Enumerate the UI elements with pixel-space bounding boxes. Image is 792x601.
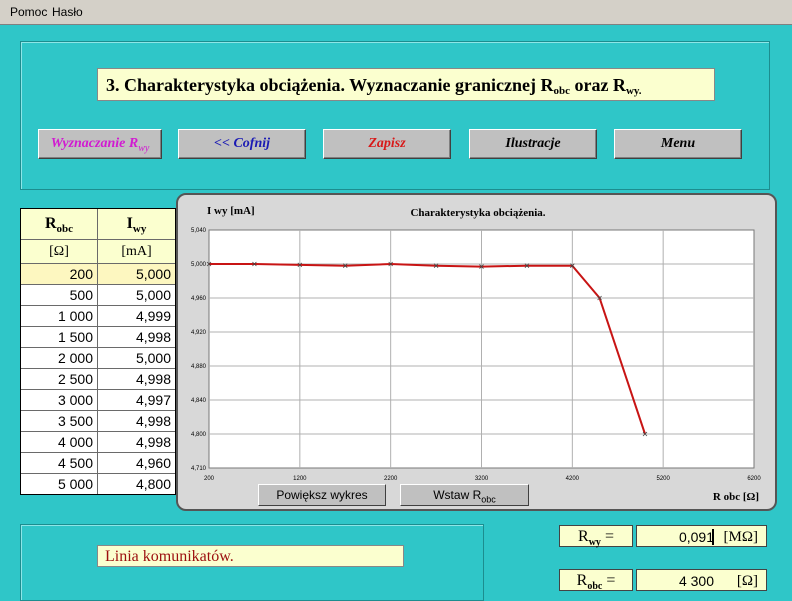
header-panel — [20, 41, 770, 190]
unit-i: [mA] — [98, 240, 175, 263]
table-row: 1 000 4,999 — [21, 306, 175, 327]
title-sub-wy: wy. — [625, 85, 642, 97]
powieksz-wykres-button[interactable]: Powiększ wykres — [258, 484, 386, 506]
data-table: Robc Iwy [Ω] [mA] 200 5,000 500 5,000 1 000 4… — [20, 208, 176, 495]
table-row: 4 500 4,960 — [21, 453, 175, 474]
cell-i-wy[interactable]: 4,998 — [98, 411, 175, 431]
table-row: 200 5,000 — [21, 264, 175, 285]
page-title: 3. Charakterystyka obciążenia. Wyznaczan… — [97, 68, 715, 101]
robc-value-field[interactable]: 4 300 [Ω] — [636, 569, 767, 591]
table-row: 4 000 4,998 — [21, 432, 175, 453]
load-characteristic-chart: 200 1200 2200 3200 4200 5200 6200 5,040 5,000 4,9… — [191, 205, 761, 503]
wyznaczanie-button[interactable]: Wyznaczanie Rwy — [38, 129, 162, 159]
y-axis-label: I wy [mA] — [207, 205, 255, 217]
cell-r-obc[interactable]: 500 — [21, 285, 98, 305]
cell-r-obc[interactable]: 3 000 — [21, 390, 98, 410]
rwy-value: 0,091 — [678, 529, 714, 545]
cell-i-wy[interactable]: 4,998 — [98, 432, 175, 452]
zapisz-button[interactable]: Zapisz — [323, 129, 451, 159]
y-tick-label: 4,710 — [191, 466, 207, 472]
table-unit-row: [Ω] [mA] — [21, 240, 175, 264]
table-row: 3 000 4,997 — [21, 390, 175, 411]
menu-bar: Pomoc Hasło — [0, 0, 792, 25]
cell-i-wy[interactable]: 4,997 — [98, 390, 175, 410]
y-tick-label: 4,880 — [191, 364, 207, 370]
cell-r-obc[interactable]: 4 500 — [21, 453, 98, 473]
text-cursor — [712, 529, 714, 545]
x-tick-label: 1200 — [293, 476, 307, 482]
cell-r-obc[interactable]: 4 000 — [21, 432, 98, 452]
table-row: 1 500 4,998 — [21, 327, 175, 348]
robc-label: Robc = — [559, 569, 633, 592]
title-mid: oraz R — [569, 75, 626, 95]
robc-unit: [Ω] — [736, 573, 758, 589]
menu-pomoc[interactable]: Pomoc — [10, 5, 47, 19]
rwy-unit: [MΩ] — [723, 529, 758, 545]
header-i-wy: Iwy — [98, 209, 175, 239]
cell-i-wy[interactable]: 4,800 — [98, 474, 175, 494]
y-tick-label: 4,840 — [191, 398, 207, 404]
x-axis-label: R obc [Ω] — [713, 491, 759, 503]
table-row: 2 500 4,998 — [21, 369, 175, 390]
header-r-obc: Robc — [21, 209, 98, 239]
cell-r-obc[interactable]: 3 500 — [21, 411, 98, 431]
cell-r-obc[interactable]: 5 000 — [21, 474, 98, 494]
y-tick-label: 4,920 — [191, 330, 207, 336]
wyznaczanie-label: Wyznaczanie R — [50, 136, 139, 151]
cell-i-wy[interactable]: 4,998 — [98, 327, 175, 347]
cofnij-button[interactable]: << Cofnij — [178, 129, 306, 159]
cell-r-obc[interactable]: 1 000 — [21, 306, 98, 326]
table-header-row: Robc Iwy — [21, 209, 175, 240]
y-tick-label: 5,000 — [191, 262, 207, 268]
x-tick-label: 2200 — [384, 476, 398, 482]
y-tick-label: 5,040 — [191, 228, 207, 234]
x-tick-label: 4200 — [566, 476, 580, 482]
unit-r: [Ω] — [21, 240, 98, 263]
title-text: 3. Charakterystyka obciążenia. Wyznaczan… — [106, 75, 554, 95]
cell-i-wy[interactable]: 5,000 — [98, 264, 175, 284]
table-row: 5 000 4,800 — [21, 474, 175, 494]
menu-button[interactable]: Menu — [614, 129, 742, 159]
table-row: 3 500 4,998 — [21, 411, 175, 432]
cell-i-wy[interactable]: 4,960 — [98, 453, 175, 473]
table-row: 500 5,000 — [21, 285, 175, 306]
cell-r-obc[interactable]: 200 — [21, 264, 98, 284]
chart-panel: 200 1200 2200 3200 4200 5200 6200 5,040 5,000 4,9… — [176, 193, 777, 511]
table-row: 2 000 5,000 — [21, 348, 175, 369]
cell-i-wy[interactable]: 4,998 — [98, 369, 175, 389]
x-tick-label: 5200 — [656, 476, 670, 482]
y-tick-label: 4,800 — [191, 432, 207, 438]
cell-i-wy[interactable]: 5,000 — [98, 348, 175, 368]
x-tick-label: 3200 — [475, 476, 489, 482]
rwy-value-field[interactable]: 0,091 [MΩ] — [636, 525, 767, 547]
chart-title: Charakterystyka obciążenia. — [410, 207, 545, 219]
cell-i-wy[interactable]: 4,999 — [98, 306, 175, 326]
x-tick-label: 200 — [204, 476, 215, 482]
wyznaczanie-sub: wy — [138, 142, 150, 154]
x-tick-label: 6200 — [747, 476, 761, 482]
wstaw-robc-button[interactable]: Wstaw Robc — [400, 484, 529, 506]
rwy-label: Rwy = — [559, 525, 633, 548]
cell-r-obc[interactable]: 2 000 — [21, 348, 98, 368]
cell-i-wy[interactable]: 5,000 — [98, 285, 175, 305]
cell-r-obc[interactable]: 1 500 — [21, 327, 98, 347]
robc-value: 4 300 — [678, 573, 714, 589]
cell-r-obc[interactable]: 2 500 — [21, 369, 98, 389]
ilustracje-button[interactable]: Ilustracje — [469, 129, 597, 159]
y-tick-label: 4,960 — [191, 296, 207, 302]
menu-haslo[interactable]: Hasło — [52, 5, 83, 19]
message-line: Linia komunikatów. — [97, 545, 404, 567]
title-sub-obc: obc — [553, 85, 570, 97]
